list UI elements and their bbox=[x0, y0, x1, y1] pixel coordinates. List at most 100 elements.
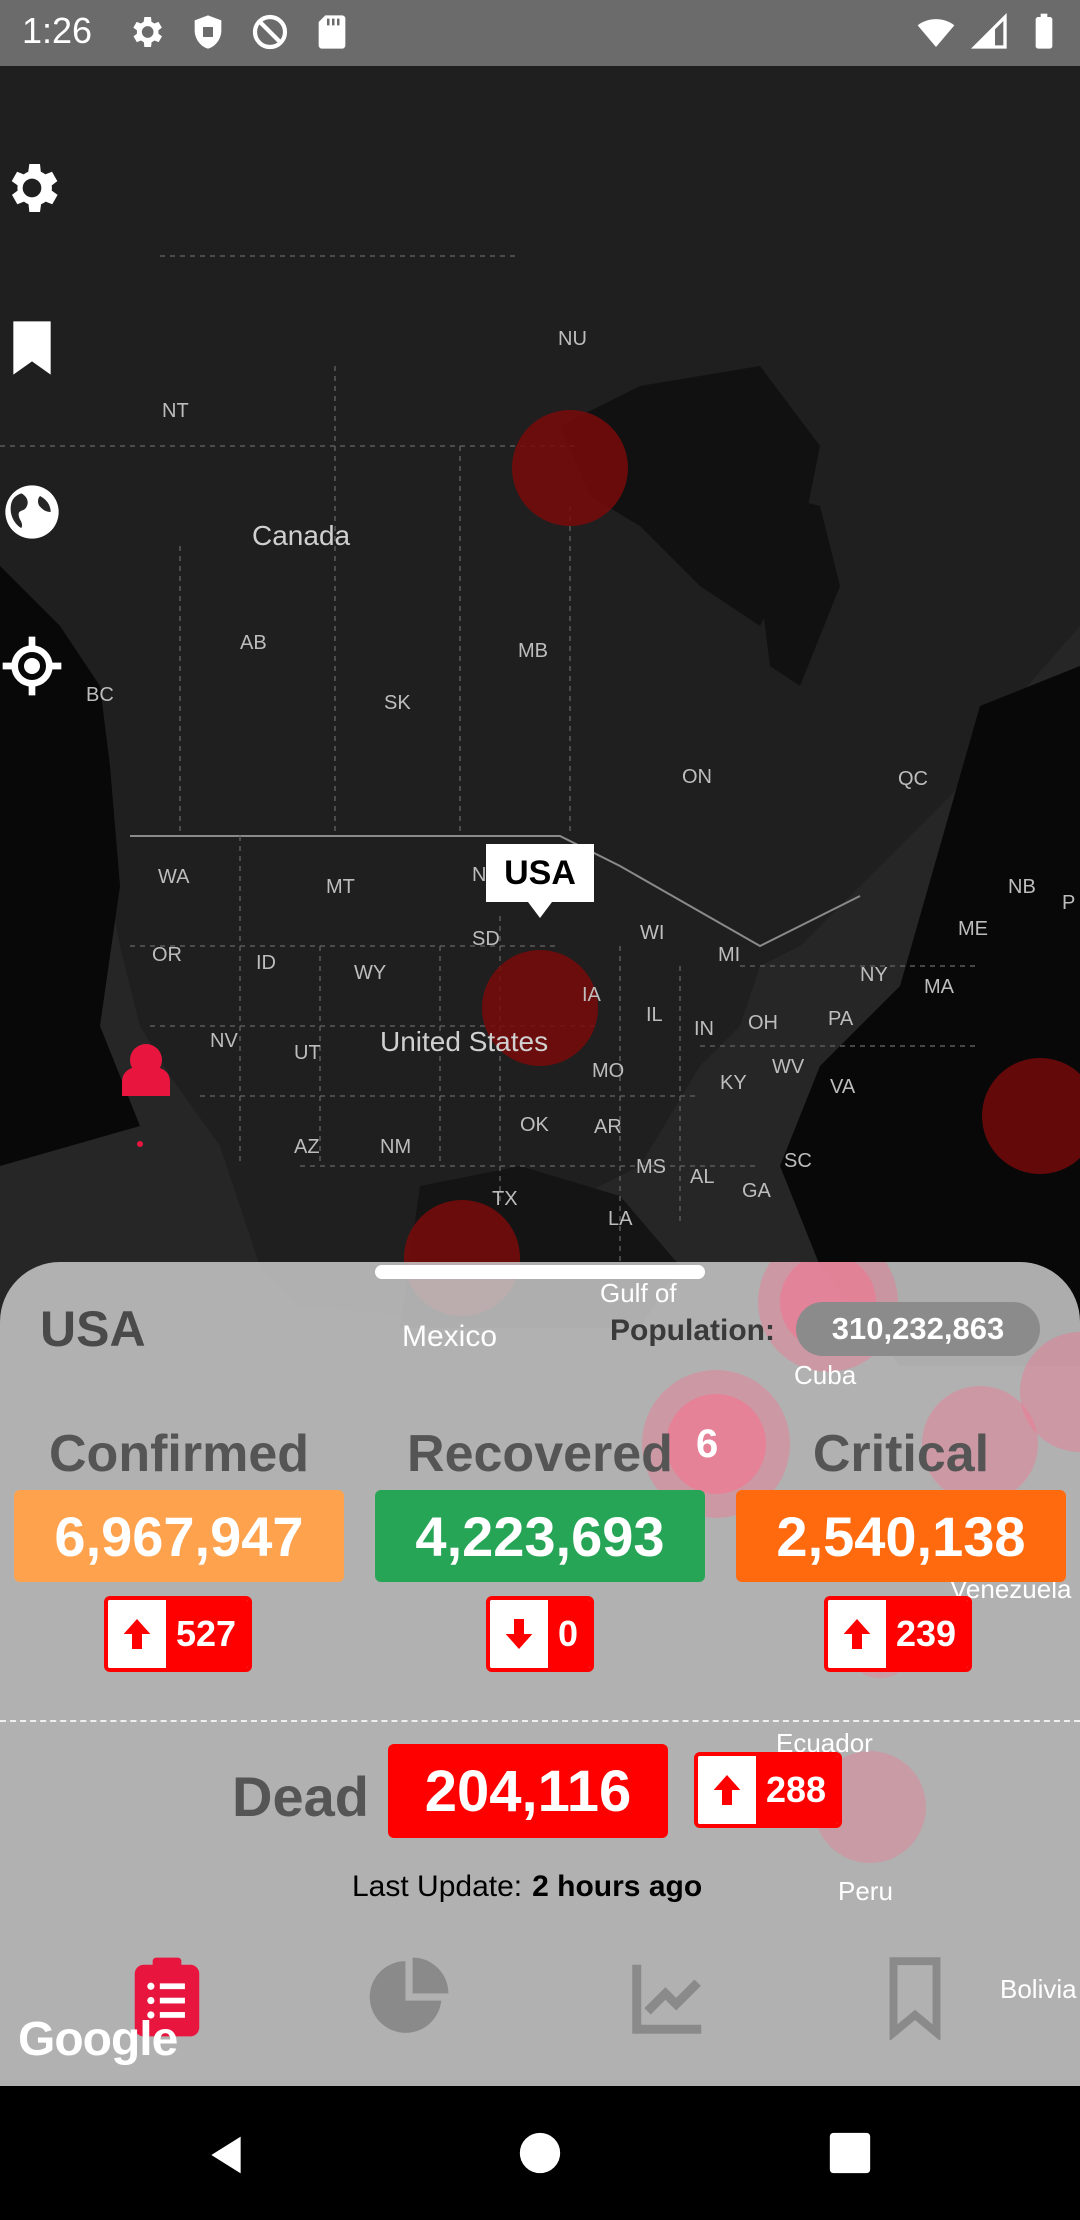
at-sign-icon bbox=[252, 14, 288, 50]
map-label-wa: WA bbox=[158, 866, 190, 888]
bookmark-icon[interactable] bbox=[0, 316, 64, 380]
map-label-me: ME bbox=[958, 918, 988, 940]
recents-button-icon[interactable] bbox=[828, 2131, 872, 2175]
map-label-mt: MT bbox=[326, 876, 355, 898]
map-label-p: P bbox=[1062, 892, 1076, 914]
map-label-al: AL bbox=[690, 1166, 715, 1188]
map-label-sk: SK bbox=[384, 692, 411, 714]
settings-gear-icon[interactable] bbox=[0, 156, 64, 220]
dead-delta-value: 288 bbox=[756, 1756, 839, 1824]
status-bar: 1:26 bbox=[0, 0, 1080, 66]
map-label-gulf: Gulf of bbox=[600, 1278, 677, 1308]
map-label-wy: WY bbox=[354, 962, 387, 984]
recovered-delta: 0 bbox=[486, 1596, 595, 1672]
confirmed-value: 6,967,947 bbox=[14, 1490, 344, 1582]
country-name: USA bbox=[40, 1301, 146, 1357]
map-label-wv: WV bbox=[772, 1056, 805, 1078]
map-label-la: LA bbox=[608, 1208, 633, 1230]
map-label-oh: OH bbox=[748, 1012, 778, 1034]
map-label-pa: PA bbox=[828, 1008, 854, 1030]
system-navigation-bar bbox=[0, 2086, 1080, 2220]
map-label-wi: WI bbox=[640, 922, 665, 944]
map-label-on: ON bbox=[682, 766, 712, 788]
map-label-qc: QC bbox=[898, 768, 928, 790]
map-label-bc: BC bbox=[86, 684, 114, 706]
map-label-ms: MS bbox=[636, 1156, 666, 1178]
map-label-ga: GA bbox=[742, 1180, 771, 1202]
map-label-nt: NT bbox=[162, 400, 189, 422]
map-label-ar: AR bbox=[594, 1116, 622, 1138]
signal-icon bbox=[970, 12, 1007, 49]
nav-trend-chart-icon[interactable] bbox=[626, 1954, 712, 2040]
critical-title: Critical bbox=[812, 1425, 990, 1483]
map-label-in: IN bbox=[694, 1018, 714, 1040]
country-tooltip[interactable]: USA bbox=[486, 844, 594, 918]
critical-delta-value: 239 bbox=[886, 1600, 969, 1668]
map-label-ok: OK bbox=[520, 1114, 549, 1136]
population-label: Population: bbox=[610, 1314, 775, 1347]
map-label-canada: Canada bbox=[252, 520, 351, 551]
map-label-nu: NU bbox=[558, 328, 587, 350]
recovered-delta-value: 0 bbox=[548, 1600, 591, 1668]
home-button-icon[interactable] bbox=[518, 2131, 562, 2175]
map-label-va: VA bbox=[830, 1076, 856, 1098]
shield-icon bbox=[194, 15, 222, 49]
dead-title: Dead bbox=[232, 1765, 369, 1828]
recovered-title: Recovered bbox=[407, 1425, 673, 1483]
recovered-value: 4,223,693 bbox=[375, 1490, 705, 1582]
map-label-ia: IA bbox=[582, 984, 601, 1006]
map-label-or: OR bbox=[152, 944, 182, 966]
map-label-cuba: Cuba bbox=[794, 1360, 857, 1390]
map-label-ny: NY bbox=[860, 964, 888, 986]
nav-bookmark-icon[interactable] bbox=[872, 1954, 958, 2040]
last-update-label: Last Update: bbox=[352, 1870, 523, 1903]
arrow-up-icon bbox=[843, 1619, 871, 1649]
globe-icon[interactable] bbox=[0, 480, 64, 544]
settings-notification-icon bbox=[133, 17, 162, 47]
map-label-united-states: United States bbox=[380, 1026, 549, 1057]
arrow-up-icon bbox=[123, 1619, 151, 1649]
arrow-up-icon bbox=[713, 1775, 741, 1805]
last-update: Last Update: 2 hours ago bbox=[352, 1870, 702, 1904]
sheet-drag-handle[interactable] bbox=[375, 1265, 705, 1279]
map-label-az: AZ bbox=[294, 1136, 320, 1158]
map-label-nd: N bbox=[472, 864, 487, 886]
sd-card-icon bbox=[318, 15, 346, 49]
map-label-ky: KY bbox=[720, 1072, 747, 1094]
map-label-id: ID bbox=[256, 952, 276, 974]
back-button-icon[interactable] bbox=[204, 2131, 248, 2179]
map-label-ma: MA bbox=[924, 976, 954, 998]
status-system-icons bbox=[916, 12, 1064, 52]
map-label-mb: MB bbox=[518, 640, 548, 662]
battery-icon bbox=[1035, 13, 1053, 49]
map-label-bolivia: Bolivia bbox=[1000, 1974, 1077, 2004]
critical-delta: 239 bbox=[824, 1596, 973, 1672]
status-notification-icons bbox=[126, 12, 352, 52]
wifi-icon bbox=[917, 19, 955, 47]
status-time: 1:26 bbox=[22, 10, 93, 51]
dead-delta: 288 bbox=[694, 1752, 843, 1828]
map-label-nb: NB bbox=[1008, 876, 1036, 898]
nav-pie-chart-icon[interactable] bbox=[366, 1954, 452, 2040]
map-label-sd: SD bbox=[472, 928, 500, 950]
locate-crosshair-icon[interactable] bbox=[0, 634, 64, 698]
map-label-mo: MO bbox=[592, 1060, 625, 1082]
population-value: 310,232,863 bbox=[796, 1302, 1040, 1356]
confirmed-delta-value: 527 bbox=[166, 1600, 249, 1668]
map-label-mexico: Mexico bbox=[402, 1320, 498, 1353]
map-label-tx: TX bbox=[492, 1188, 518, 1210]
map-label-mi: MI bbox=[718, 944, 741, 966]
google-logo: Google bbox=[18, 2013, 178, 2066]
map-label-ab: AB bbox=[240, 632, 267, 654]
confirmed-delta: 527 bbox=[104, 1596, 253, 1672]
last-update-value: 2 hours ago bbox=[532, 1870, 703, 1903]
map-label-nm: NM bbox=[380, 1136, 412, 1158]
confirmed-title: Confirmed bbox=[49, 1425, 309, 1483]
map-label-sc: SC bbox=[784, 1150, 812, 1172]
dead-value: 204,116 bbox=[388, 1744, 668, 1838]
map-label-peru: Peru bbox=[838, 1876, 893, 1906]
section-divider bbox=[0, 1720, 1080, 1722]
map-label-nv: NV bbox=[210, 1030, 238, 1052]
map-label-il: IL bbox=[646, 1004, 663, 1026]
critical-value: 2,540,138 bbox=[736, 1490, 1066, 1582]
